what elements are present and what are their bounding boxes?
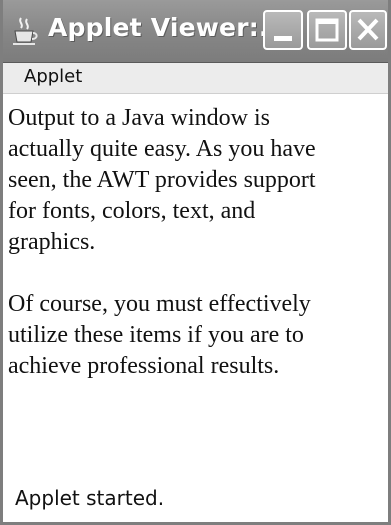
maximize-icon xyxy=(315,18,339,42)
close-icon xyxy=(357,18,379,41)
applet-content: Output to a Java window is actually quit… xyxy=(8,103,386,413)
minimize-button[interactable] xyxy=(263,10,303,50)
java-cup-icon xyxy=(13,17,38,45)
title-bar[interactable]: Applet Viewer:... xyxy=(3,0,388,63)
status-bar: Applet started. xyxy=(3,480,388,522)
window-title: Applet Viewer:... xyxy=(48,13,289,42)
close-button[interactable] xyxy=(349,10,387,50)
status-text: Applet started. xyxy=(15,486,165,510)
paragraph-1: Output to a Java window is actually quit… xyxy=(8,105,316,255)
menu-bar: Applet xyxy=(3,63,388,94)
minimize-icon xyxy=(274,36,292,41)
menu-applet[interactable]: Applet xyxy=(24,66,82,87)
maximize-button[interactable] xyxy=(307,10,347,50)
paragraph-2: Of course, you must effectively utilize … xyxy=(8,291,311,379)
applet-viewer-window: Applet Viewer:... Applet Output to a Jav… xyxy=(0,0,391,525)
